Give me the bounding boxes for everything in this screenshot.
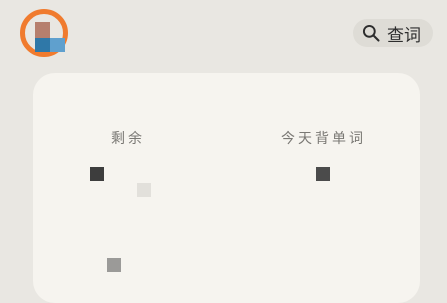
remaining-label: 剩余 <box>111 131 145 147</box>
pixel-icon <box>107 258 121 272</box>
search-label: 查词 <box>387 25 421 46</box>
pixel-icon <box>137 183 151 197</box>
today-words-label: 今天背单词 <box>281 131 366 147</box>
app-logo[interactable] <box>20 9 68 57</box>
app-logo-icon <box>35 22 65 52</box>
pixel-icon <box>316 167 330 181</box>
search-button[interactable]: 查词 <box>353 19 433 47</box>
search-icon <box>362 24 380 42</box>
pixel-icon <box>90 167 104 181</box>
study-card: 剩余 今天背单词 <box>33 73 420 303</box>
